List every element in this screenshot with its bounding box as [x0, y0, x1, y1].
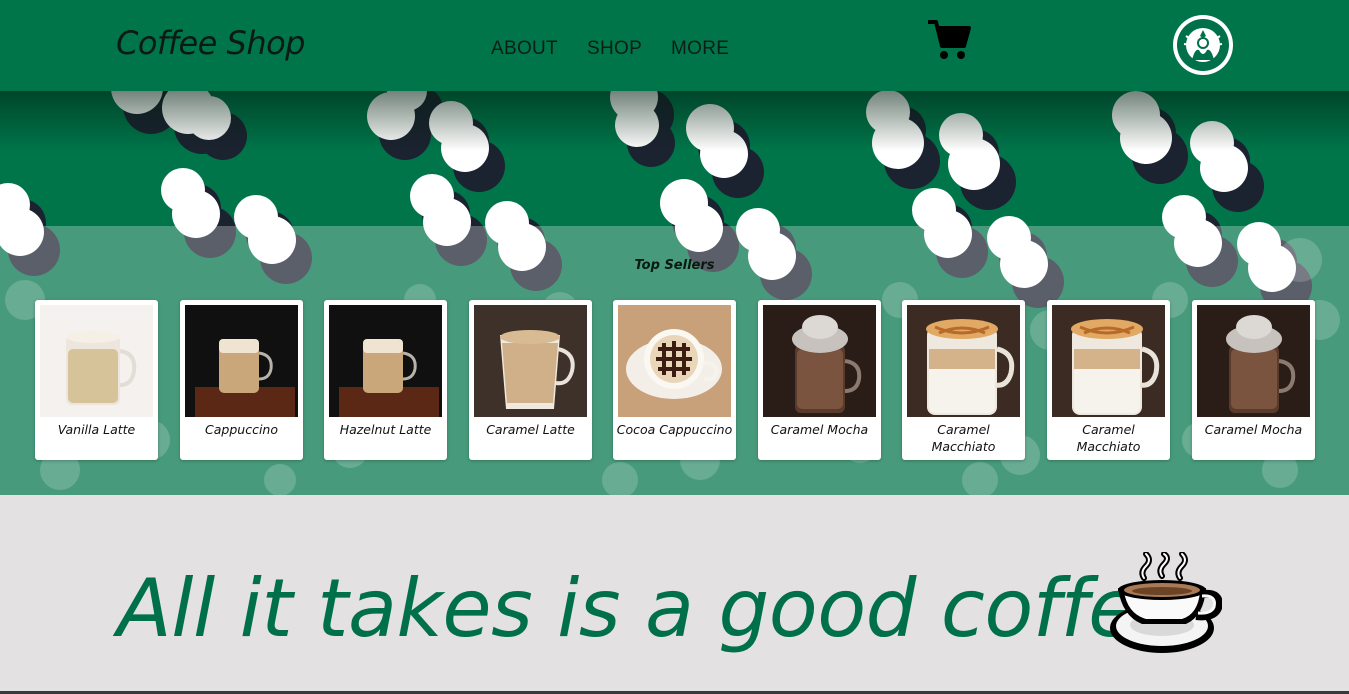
product-card[interactable]: Cappuccino [180, 300, 303, 460]
product-name[interactable]: Caramel Latte [471, 421, 590, 438]
product-image[interactable] [1052, 305, 1165, 417]
product-name[interactable]: Cappuccino [182, 421, 301, 438]
product-card[interactable]: Caramel Mocha [1192, 300, 1315, 460]
tagline: All it takes is a good coffee [117, 562, 1186, 655]
product-image[interactable] [907, 305, 1020, 417]
nav-about[interactable]: ABOUT [491, 38, 558, 60]
product-image[interactable] [618, 305, 731, 417]
product-name[interactable]: Caramel Mocha [760, 421, 879, 438]
product-card[interactable]: Caramel Mocha [758, 300, 881, 460]
siren-logo-icon[interactable] [1172, 14, 1234, 76]
product-name[interactable]: Caramel Macchiato [904, 421, 1023, 455]
brand-title[interactable]: Coffee Shop [116, 24, 305, 62]
product-name[interactable]: Caramel Macchiato [1049, 421, 1168, 455]
product-image[interactable] [763, 305, 876, 417]
product-image[interactable] [329, 305, 442, 417]
top-sellers-title: Top Sellers [634, 258, 715, 273]
product-card[interactable]: Hazelnut Latte [324, 300, 447, 460]
product-card[interactable]: Vanilla Latte [35, 300, 158, 460]
product-image[interactable] [474, 305, 587, 417]
nav-shop[interactable]: SHOP [587, 38, 642, 60]
product-card[interactable]: Caramel Macchiato [902, 300, 1025, 460]
product-name[interactable]: Hazelnut Latte [326, 421, 445, 438]
product-image[interactable] [185, 305, 298, 417]
product-card[interactable]: Caramel Latte [469, 300, 592, 460]
bokeh-dot [1200, 144, 1248, 192]
product-card[interactable]: Cocoa Cappuccino [613, 300, 736, 460]
top-nav: Coffee Shop ABOUT SHOP MORE [0, 0, 1349, 91]
shopping-cart-icon[interactable] [926, 18, 972, 62]
product-name[interactable]: Cocoa Cappuccino [615, 421, 734, 438]
nav-more[interactable]: MORE [671, 38, 729, 60]
hot-coffee-icon [1110, 552, 1222, 653]
product-image[interactable] [40, 305, 153, 417]
product-name[interactable]: Caramel Mocha [1194, 421, 1313, 438]
nav-shadow [0, 91, 1349, 151]
product-card[interactable]: Caramel Macchiato [1047, 300, 1170, 460]
product-name[interactable]: Vanilla Latte [37, 421, 156, 438]
product-image[interactable] [1197, 305, 1310, 417]
